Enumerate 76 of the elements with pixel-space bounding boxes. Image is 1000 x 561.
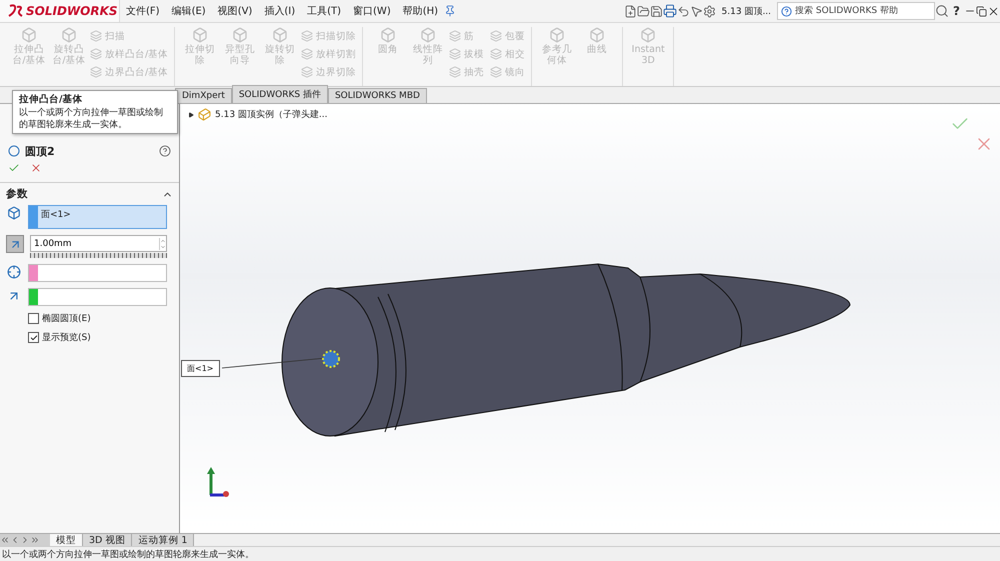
selection-field[interactable] (28, 264, 167, 282)
command-tab[interactable]: DimXpert (175, 88, 232, 103)
menu-item[interactable]: 视图(V) (212, 4, 258, 18)
face-callout: 面<1> (181, 360, 220, 377)
layers-icon (301, 48, 314, 60)
layers-icon (490, 30, 502, 42)
open-folder-icon[interactable] (636, 4, 650, 18)
layers-icon (490, 66, 502, 78)
selection-field[interactable] (28, 288, 167, 306)
layers-icon (90, 30, 102, 42)
box-icon (549, 27, 566, 43)
search-icon[interactable] (935, 4, 950, 18)
new-file-icon[interactable] (624, 4, 637, 18)
help-icon[interactable] (159, 145, 171, 157)
point-icon (6, 264, 22, 280)
view-tab[interactable]: 3D 视图 (83, 534, 132, 546)
tooltip-title: 拉伸凸台/基体 (19, 93, 84, 106)
box-icon (589, 27, 606, 43)
cube-icon (6, 205, 22, 221)
menu-item[interactable]: 帮助(H) (396, 4, 444, 18)
undo-icon[interactable] (676, 4, 690, 18)
panel-title: 圆顶2 (25, 144, 56, 158)
box-icon (21, 27, 37, 43)
menu-item[interactable]: 窗口(W) (347, 4, 397, 18)
layers-icon (490, 48, 502, 60)
tree-item[interactable]: 5.13 圆顶实例（子弹头建... (215, 108, 328, 121)
help-icon (781, 6, 792, 16)
menu-item[interactable]: 文件(F) (120, 4, 166, 18)
layers-icon (90, 48, 102, 60)
printer-icon[interactable] (662, 4, 677, 18)
box-icon (272, 27, 288, 43)
menu-item[interactable]: 工具(T) (301, 4, 348, 18)
ok-icon[interactable] (8, 162, 20, 174)
layers-icon (301, 30, 314, 42)
box-icon (232, 27, 248, 43)
layers-icon (449, 48, 462, 60)
layers-icon (449, 30, 462, 42)
distance-field[interactable]: 1.00mm (31, 238, 159, 248)
view-tab[interactable]: 模型 (50, 534, 83, 546)
tooltip-text: 以一个或两个方向拉伸一草图或绘制的草图轮廓来生成一实体。 (19, 107, 164, 131)
command-tab[interactable]: SOLIDWORKS MBD (328, 88, 427, 103)
section-title: 参数 (6, 187, 28, 201)
checkbox[interactable] (28, 313, 39, 324)
pin-icon[interactable] (444, 5, 456, 17)
selected-face-marker (322, 350, 340, 368)
command-tab[interactable]: SOLIDWORKS 插件 (232, 85, 328, 103)
status-bar: 以一个或两个方向拉伸一草图或绘制的草图轮廓来生成一实体。 (0, 546, 1000, 561)
app-logo: SOLIDWORKS (0, 0, 120, 22)
selection-field[interactable]: 面<1> (28, 205, 167, 229)
layers-icon (90, 66, 102, 78)
distance-box[interactable]: 1.00mm (30, 235, 167, 252)
thumbwheel-icon[interactable] (30, 253, 167, 258)
menu-item[interactable]: 编辑(E) (166, 4, 212, 18)
box-icon (380, 27, 396, 43)
restore-icon[interactable] (976, 6, 987, 16)
dome-icon (8, 145, 20, 157)
layers-icon (301, 66, 314, 78)
axis-triad (207, 467, 229, 497)
part-icon (198, 108, 211, 121)
settings-icon[interactable] (702, 4, 716, 18)
menu-item[interactable]: 插入(I) (258, 4, 302, 18)
box-icon (61, 27, 77, 43)
document-title: 5.13 圆顶... (720, 6, 772, 18)
layers-icon (449, 66, 462, 78)
expand-icon[interactable] (188, 112, 194, 118)
view-tab[interactable]: 运动算例 1 (132, 534, 194, 546)
box-icon (192, 27, 208, 43)
checkbox-label[interactable]: 显示预览(S) (42, 331, 91, 344)
cancel-icon[interactable] (30, 162, 42, 174)
save-icon[interactable] (650, 4, 663, 18)
help-button[interactable]: ? (949, 4, 964, 18)
box-icon (640, 27, 656, 43)
pointer-icon[interactable] (690, 4, 703, 18)
checkbox[interactable] (28, 332, 39, 343)
box-icon (420, 27, 436, 43)
checkbox-label[interactable]: 椭圆圆顶(E) (42, 312, 91, 325)
